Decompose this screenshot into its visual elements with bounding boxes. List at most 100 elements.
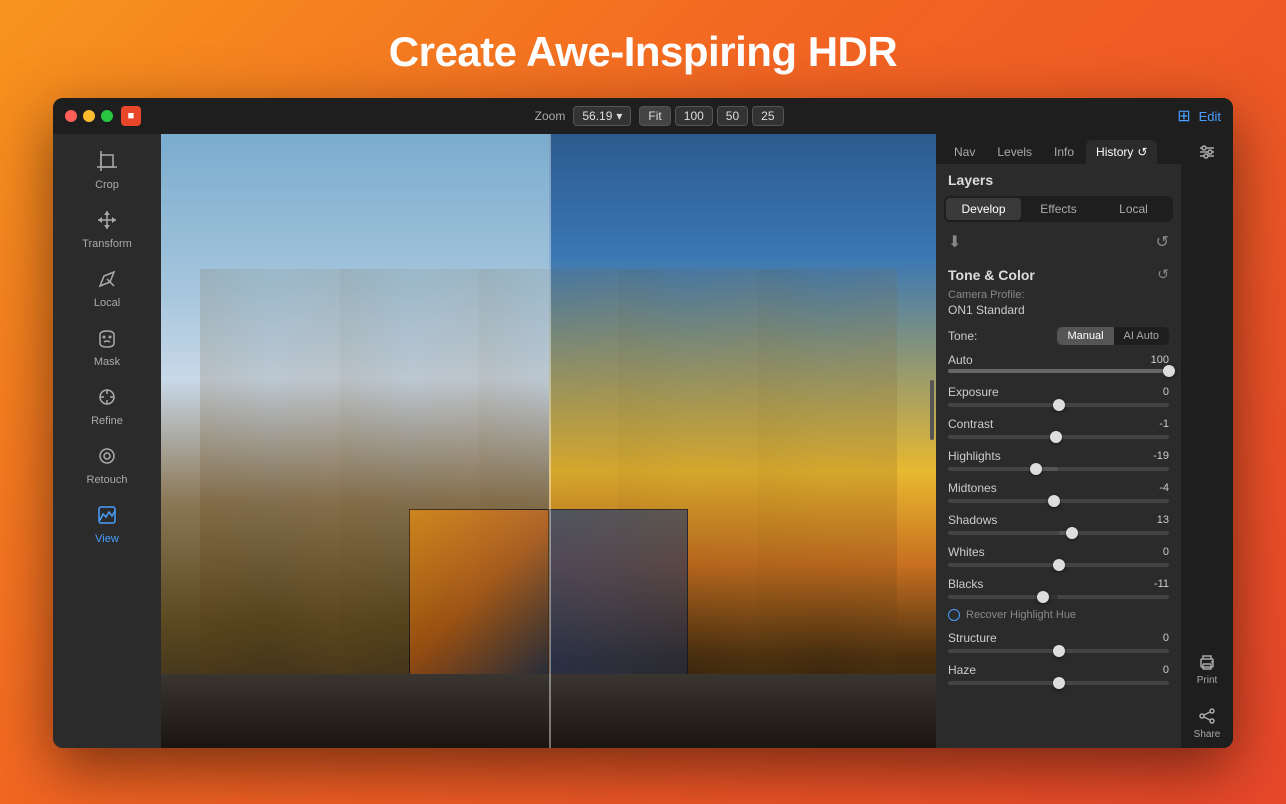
tab-info[interactable]: Info <box>1044 140 1084 164</box>
zoom-50-button[interactable]: 50 <box>717 106 748 126</box>
tab-history[interactable]: History ↺ <box>1086 140 1157 164</box>
tab-levels[interactable]: Levels <box>987 140 1042 164</box>
highlights-value: -19 <box>1141 450 1169 462</box>
highlights-thumb[interactable] <box>1030 463 1042 475</box>
whites-header: Whites 0 <box>948 545 1169 559</box>
adjustments-button[interactable] <box>1197 142 1217 162</box>
crop-label: Crop <box>95 179 119 191</box>
haze-track[interactable] <box>948 681 1169 685</box>
view-label: View <box>95 533 119 545</box>
logo-icon: ■ <box>128 110 135 122</box>
minimize-button[interactable] <box>83 110 95 122</box>
title-prefix: Create <box>389 28 526 75</box>
exposure-track[interactable] <box>948 403 1169 407</box>
tab-effects[interactable]: Effects <box>1021 198 1096 220</box>
main-content: Crop Transform <box>53 134 1233 748</box>
blacks-value: -11 <box>1141 578 1169 590</box>
auto-slider <box>948 369 1169 373</box>
structure-track[interactable] <box>948 649 1169 653</box>
section-reset-icon[interactable]: ↺ <box>1157 266 1169 283</box>
highlights-header: Highlights -19 <box>948 449 1169 463</box>
auto-track[interactable] <box>948 369 1169 373</box>
whites-thumb[interactable] <box>1053 559 1065 571</box>
panel-toolbar: ⬇ ↺ <box>936 226 1181 258</box>
zoom-label: Zoom <box>535 109 566 123</box>
highlights-track[interactable] <box>948 467 1169 471</box>
panel-content: Tone & Color ↺ Camera Profile: ON1 Stand… <box>936 258 1181 748</box>
ai-auto-tone-button[interactable]: AI Auto <box>1114 327 1169 345</box>
zoom-fit-button[interactable]: Fit <box>639 106 670 126</box>
crop-icon <box>96 150 118 176</box>
contrast-value: -1 <box>1141 418 1169 430</box>
edit-panel-icon[interactable]: ⊞ <box>1177 106 1190 126</box>
shadows-label: Shadows <box>948 513 997 527</box>
blacks-header: Blacks -11 <box>948 577 1169 591</box>
print-icon <box>1197 652 1217 672</box>
whites-track[interactable] <box>948 563 1169 567</box>
recover-toggle[interactable] <box>948 609 960 621</box>
zoom-100-button[interactable]: 100 <box>675 106 713 126</box>
auto-fill <box>948 369 1169 373</box>
refine-tool[interactable]: Refine <box>62 378 152 435</box>
transform-label: Transform <box>82 238 132 250</box>
layer-tabs: Develop Effects Local <box>944 196 1173 222</box>
midtones-slider-row: Midtones -4 <box>948 481 1169 503</box>
view-icon <box>96 504 118 530</box>
maximize-button[interactable] <box>101 110 113 122</box>
edit-label[interactable]: Edit <box>1199 109 1221 124</box>
tab-nav[interactable]: Nav <box>944 140 985 164</box>
contrast-track[interactable] <box>948 435 1169 439</box>
close-button[interactable] <box>65 110 77 122</box>
canvas-area[interactable] <box>161 134 936 748</box>
nav-tabs: Nav Levels Info History ↺ <box>936 134 1181 164</box>
print-button[interactable]: Print <box>1197 652 1218 686</box>
mask-tool[interactable]: Mask <box>62 319 152 376</box>
reset-panel-icon[interactable]: ↺ <box>1156 232 1169 252</box>
history-label: History <box>1096 145 1133 159</box>
zoom-dropdown-icon: ▾ <box>616 109 622 123</box>
haze-thumb[interactable] <box>1053 677 1065 689</box>
recover-label: Recover Highlight Hue <box>966 609 1076 621</box>
scrollbar-handle[interactable] <box>930 380 934 440</box>
blacks-label: Blacks <box>948 577 983 591</box>
retouch-tool[interactable]: Retouch <box>62 437 152 494</box>
highlights-label: Highlights <box>948 449 1001 463</box>
shadows-track[interactable] <box>948 531 1169 535</box>
crop-tool[interactable]: Crop <box>62 142 152 199</box>
print-label: Print <box>1197 675 1218 686</box>
download-icon[interactable]: ⬇ <box>948 232 961 252</box>
local-tool[interactable]: Local <box>62 260 152 317</box>
app-logo: ■ <box>121 106 141 126</box>
zoom-presets: Fit 100 50 25 <box>639 106 783 126</box>
zoom-25-button[interactable]: 25 <box>752 106 783 126</box>
contrast-slider-row: Contrast -1 <box>948 417 1169 439</box>
blacks-thumb[interactable] <box>1037 591 1049 603</box>
zoom-value-display[interactable]: 56.19 ▾ <box>573 106 631 126</box>
blacks-track[interactable] <box>948 595 1169 599</box>
shadows-thumb[interactable] <box>1066 527 1078 539</box>
section-title: Tone & Color <box>948 267 1035 283</box>
auto-slider-row: Auto 100 <box>948 353 1169 367</box>
midtones-label: Midtones <box>948 481 997 495</box>
left-toolbar: Crop Transform <box>53 134 161 748</box>
view-tool[interactable]: View <box>62 496 152 553</box>
midtones-track[interactable] <box>948 499 1169 503</box>
auto-thumb[interactable] <box>1163 365 1175 377</box>
tab-local[interactable]: Local <box>1096 198 1171 220</box>
midtones-thumb[interactable] <box>1048 495 1060 507</box>
contrast-thumb[interactable] <box>1050 431 1062 443</box>
structure-thumb[interactable] <box>1053 645 1065 657</box>
header-title: Create Awe-Inspiring HDR <box>0 28 1286 76</box>
transform-icon <box>96 209 118 235</box>
manual-tone-button[interactable]: Manual <box>1057 327 1113 345</box>
shadows-header: Shadows 13 <box>948 513 1169 527</box>
retouch-icon <box>96 445 118 471</box>
exposure-thumb[interactable] <box>1053 399 1065 411</box>
retouch-label: Retouch <box>87 474 128 486</box>
contrast-label: Contrast <box>948 417 993 431</box>
window-controls <box>65 110 113 122</box>
share-button[interactable]: Share <box>1194 706 1221 740</box>
layers-header: Layers <box>936 164 1181 192</box>
tab-develop[interactable]: Develop <box>946 198 1021 220</box>
transform-tool[interactable]: Transform <box>62 201 152 258</box>
